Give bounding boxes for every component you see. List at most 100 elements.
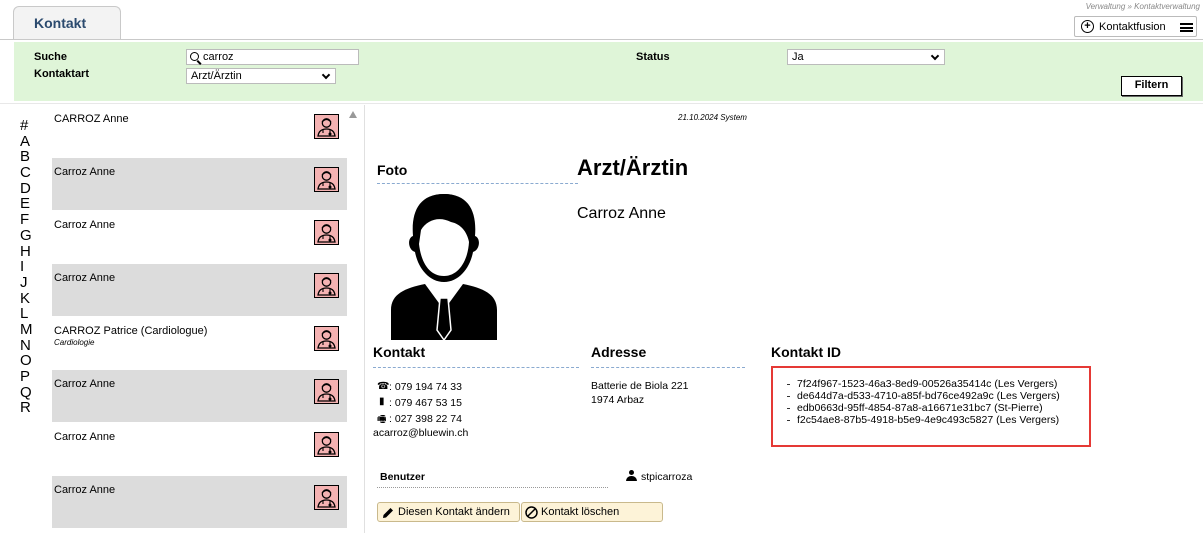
list-item[interactable]: Carroz Anne	[52, 423, 347, 475]
adresse-heading: Adresse	[591, 344, 647, 360]
doctor-badge-icon	[314, 432, 339, 457]
tab-kontakt[interactable]: Kontakt	[13, 6, 121, 40]
chevron-down-icon	[321, 70, 331, 80]
alphabet-letter[interactable]: #	[20, 118, 42, 134]
list-item[interactable]: Carroz Anne	[52, 158, 347, 210]
list-item-name: CARROZ Anne	[54, 113, 129, 125]
list-item[interactable]: CARROZ Anne	[52, 105, 347, 157]
list-item[interactable]: CARROZ Patrice (Cardiologue) Cardiologie	[52, 317, 347, 369]
filter-button[interactable]: Filtern	[1121, 76, 1182, 96]
filter-bar: Suche carroz Kontaktart Arzt/Ärztin Stat…	[14, 42, 1203, 101]
kontakt-id-item: de644d7a-d533-4710-a85f-bd76ce492a9c (Le…	[787, 390, 1060, 402]
kontaktart-label: Kontaktart	[34, 68, 90, 80]
delete-contact-label: Kontakt löschen	[541, 506, 620, 518]
status-select-value: Ja	[792, 51, 804, 63]
tab-label: Kontakt	[34, 15, 87, 31]
prohibited-icon	[525, 506, 538, 519]
list-item[interactable]: Carroz Anne	[52, 211, 347, 263]
doctor-badge-icon	[314, 114, 339, 139]
alphabet-letter[interactable]: E	[20, 196, 42, 212]
kontakt-id-item: 7f24f967-1523-46a3-8ed9-00526a35414c (Le…	[787, 378, 1060, 390]
list-item-name: Carroz Anne	[54, 484, 116, 496]
filter-divider	[0, 103, 1203, 104]
kontakt-id-item: edb0663d-95ff-4854-87a8-a16671e31bc7 (St…	[787, 402, 1060, 414]
modified-stamp: 21.10.2024 System	[678, 113, 747, 122]
alphabet-letter[interactable]: A	[20, 133, 42, 150]
alphabet-letter[interactable]: D	[20, 181, 42, 197]
alphabet-letter[interactable]: M	[20, 322, 42, 338]
pencil-icon	[383, 508, 393, 518]
kontaktart-select-value: Arzt/Ärztin	[191, 70, 242, 82]
list-item-name: Carroz Anne	[54, 166, 116, 178]
benutzer-divider	[377, 487, 608, 488]
benutzer-label: Benutzer	[380, 471, 425, 483]
list-item[interactable]: Carroz Anne	[52, 264, 347, 316]
list-item[interactable]: Carroz Anne	[52, 476, 347, 528]
alphabet-letter[interactable]: O	[20, 353, 42, 369]
user-icon	[626, 470, 637, 481]
alphabet-letter[interactable]: F	[20, 212, 42, 228]
list-item-name: Carroz Anne	[54, 219, 116, 231]
doctor-badge-icon	[314, 220, 339, 245]
phone-number: : 079 194 74 33	[389, 381, 462, 393]
doctor-badge-icon	[314, 326, 339, 351]
alphabet-letter[interactable]: J	[20, 275, 42, 291]
list-item-name: Carroz Anne	[54, 431, 116, 443]
search-input-value: carroz	[203, 51, 234, 63]
doctor-badge-icon	[314, 167, 339, 192]
contact-name: Carroz Anne	[577, 205, 666, 222]
scroll-up-arrow-icon[interactable]	[349, 111, 357, 118]
kontakt-divider	[373, 367, 579, 368]
alphabet-letter[interactable]: C	[20, 165, 42, 181]
status-select[interactable]: Ja	[787, 49, 945, 65]
list-item[interactable]: Carroz Anne	[52, 370, 347, 422]
hamburger-menu-icon[interactable]	[1180, 23, 1193, 32]
search-label: Suche	[34, 51, 68, 63]
edit-contact-label: Diesen Kontakt ändern	[398, 506, 510, 518]
list-item-name: Carroz Anne	[54, 272, 116, 284]
alphabet-letter[interactable]: Q	[20, 384, 42, 401]
alphabet-letter[interactable]: R	[20, 400, 42, 416]
contact-type-title: Arzt/Ärztin	[577, 155, 689, 180]
foto-heading: Foto	[377, 162, 408, 178]
breadcrumb: Verwaltung » Kontaktverwaltung	[1085, 2, 1200, 11]
alphabet-letter[interactable]: K	[20, 290, 42, 307]
phone-icon: ☎	[377, 381, 390, 392]
kontaktfusion-label: Kontaktfusion	[1099, 21, 1166, 33]
email-address[interactable]: acarroz@bluewin.ch	[373, 427, 468, 439]
person-silhouette-icon	[391, 194, 497, 340]
edit-contact-button[interactable]: Diesen Kontakt ändern	[377, 502, 520, 522]
alphabet-letter[interactable]: B	[20, 149, 42, 165]
alphabet-letter[interactable]: N	[20, 337, 42, 354]
alphabet-letter[interactable]: G	[20, 228, 42, 244]
alphabet-letter[interactable]: I	[20, 259, 42, 275]
kontaktfusion-button[interactable]: + Kontaktfusion	[1074, 16, 1197, 37]
adresse-divider	[591, 367, 745, 368]
alphabet-letter[interactable]: L	[20, 306, 42, 322]
address-city: 1974 Arbaz	[591, 394, 645, 406]
kontakt-id-list: 7f24f967-1523-46a3-8ed9-00526a35414c (Le…	[787, 378, 1060, 426]
list-item-specialty: Cardiologie	[54, 338, 95, 347]
address-street: Batterie de Biola 221	[591, 380, 689, 392]
benutzer-value: stpicarroza	[641, 471, 693, 483]
foto-divider	[377, 183, 578, 184]
delete-contact-button[interactable]: Kontakt löschen	[521, 502, 663, 522]
list-item-name: CARROZ Patrice (Cardiologue)	[54, 325, 208, 337]
kontakt-id-item: f2c54ae8-87b5-4918-b5e9-4e9c493c5827 (Le…	[787, 414, 1060, 426]
kontakt-heading: Kontakt	[373, 344, 426, 360]
list-item-name: Carroz Anne	[54, 378, 116, 390]
plus-circle-icon: +	[1081, 20, 1094, 33]
doctor-badge-icon	[314, 273, 339, 298]
search-icon	[190, 52, 199, 61]
search-input[interactable]: carroz	[186, 49, 359, 65]
doctor-badge-icon	[314, 485, 339, 510]
kontakt-id-box: 7f24f967-1523-46a3-8ed9-00526a35414c (Le…	[771, 366, 1091, 447]
alphabet-letter[interactable]: P	[20, 369, 42, 385]
alphabet-index: # A B C D E F G H I J K L M N O P Q R	[20, 118, 42, 416]
kontaktart-select[interactable]: Arzt/Ärztin	[186, 68, 336, 84]
mobile-icon: ▮	[379, 396, 385, 407]
top-bar: Kontakt Verwaltung » Kontaktverwaltung +…	[0, 0, 1203, 40]
tab-underline	[0, 39, 1203, 40]
alphabet-letter[interactable]: H	[20, 243, 42, 260]
status-label: Status	[636, 51, 670, 63]
